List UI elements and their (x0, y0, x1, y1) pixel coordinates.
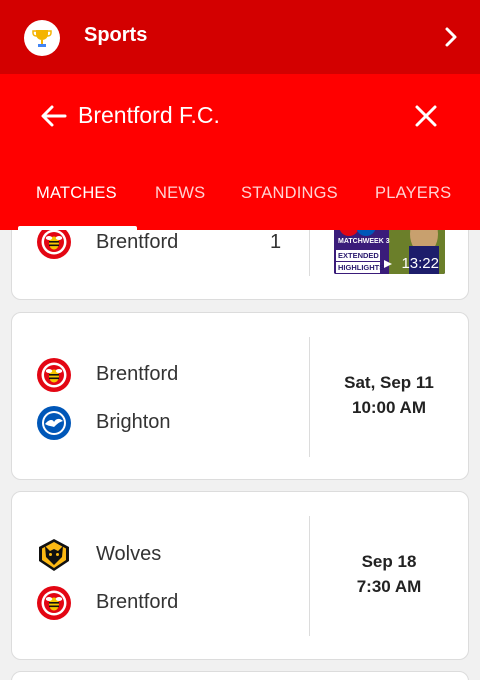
app-title: Sports (84, 24, 148, 46)
match-card-wolves[interactable]: Wolves Brentford Sep 18 7:30 AM (11, 491, 469, 660)
match-datetime: Sep 18 7:30 AM (310, 549, 468, 599)
match-card-brighton[interactable]: Brentford Brighton Sat, Sep 11 10:00 AM (11, 312, 469, 480)
video-title-line2: HIGHLIGHTS (336, 262, 385, 273)
brighton-crest-icon (36, 405, 72, 441)
away-team-name: Brentford (96, 591, 179, 613)
home-team-name: Wolves (96, 543, 162, 565)
chevron-right-icon[interactable] (438, 24, 464, 50)
video-duration: 13:22 (401, 255, 439, 272)
close-icon[interactable] (410, 100, 442, 132)
tab-bar: MATCHES NEWS STANDINGS PLAYERS (0, 174, 480, 230)
brentford-crest-icon (36, 357, 72, 393)
wolves-crest-icon (36, 537, 72, 573)
tab-standings[interactable]: STANDINGS (241, 184, 338, 203)
team-header: Brentford F.C. MATCHES NEWS STANDINGS PL… (0, 74, 480, 230)
match-datetime: Sat, Sep 11 10:00 AM (310, 370, 468, 420)
tab-matches[interactable]: MATCHES (36, 184, 117, 203)
home-team-name: Brentford (96, 363, 179, 385)
match-time: 7:30 AM (356, 577, 422, 596)
match-date: Sat, Sep 11 (344, 373, 434, 392)
active-tab-indicator (18, 226, 137, 230)
team-name: Brentford (96, 231, 179, 253)
trophy-icon (24, 20, 60, 56)
match-card-next[interactable] (11, 671, 469, 680)
tab-players[interactable]: PLAYERS (375, 184, 451, 203)
play-icon (384, 260, 392, 268)
sports-page: Brentford 1 MATCHWEEK 3 EXTENDED HIGHLIG… (0, 0, 480, 680)
brentford-crest-icon (36, 585, 72, 621)
away-team-name: Brighton (96, 411, 171, 433)
video-matchweek-label: MATCHWEEK 3 (338, 238, 390, 245)
team-title: Brentford F.C. (78, 102, 220, 128)
app-bar[interactable]: Sports (0, 0, 480, 74)
match-date: Sep 18 (361, 552, 417, 571)
video-title-line1: EXTENDED (336, 250, 380, 261)
tab-news[interactable]: NEWS (155, 184, 205, 203)
back-arrow-icon[interactable] (38, 100, 70, 132)
team-score: 1 (270, 231, 282, 253)
match-time: 10:00 AM (351, 398, 426, 417)
